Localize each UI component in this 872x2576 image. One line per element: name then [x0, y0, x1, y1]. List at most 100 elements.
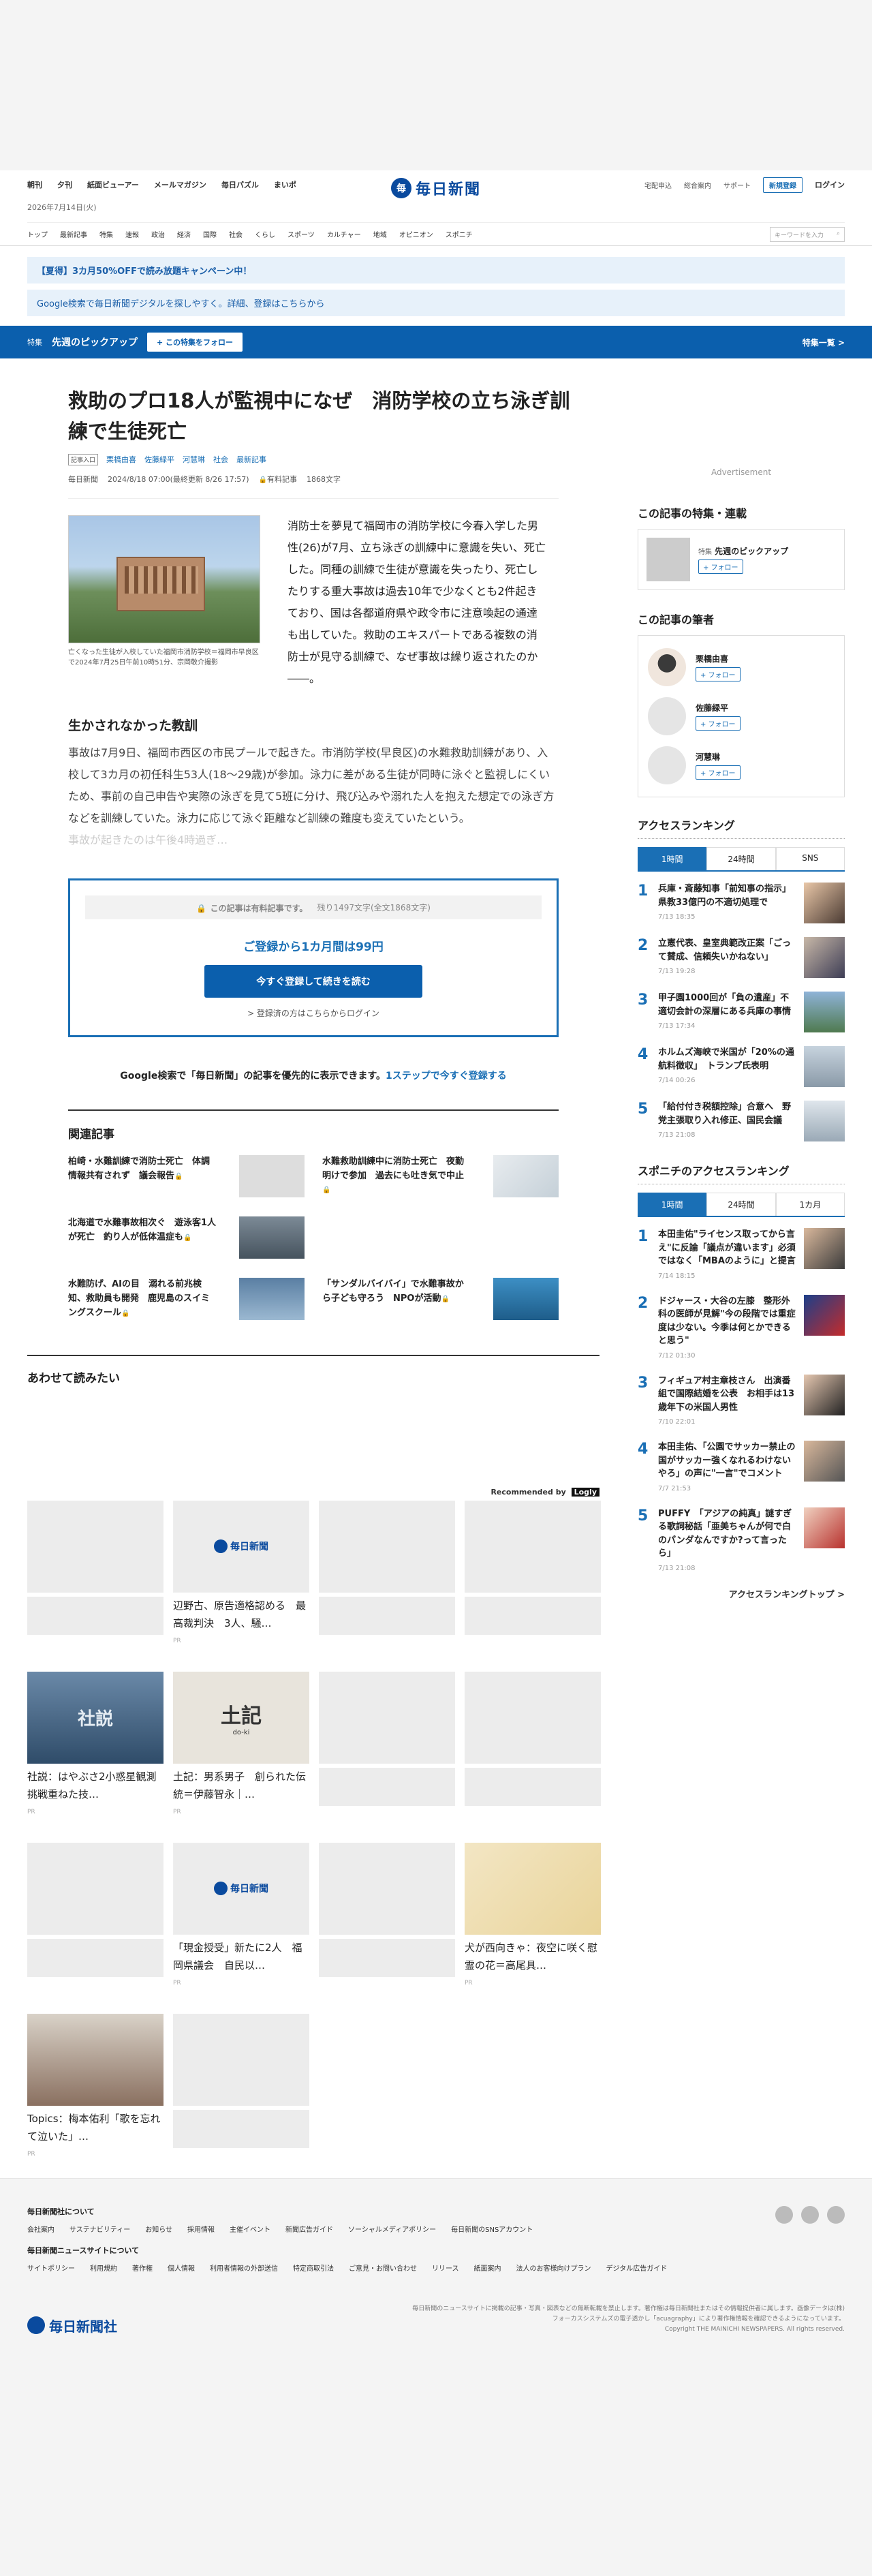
footer-link[interactable]: 特定商取引法 — [293, 2263, 334, 2273]
author-follow[interactable]: + フォロー — [696, 765, 741, 780]
ranking-item[interactable]: 1 兵庫・斎藤知事「前知事の指示」県教33億円の不適切処理で 7/13 18:35 — [638, 883, 845, 923]
tab-sp-1h[interactable]: 1時間 — [638, 1193, 707, 1216]
related-item-3[interactable]: 北海道で水難事故相次ぐ 遊泳客1人が死亡 釣り人が低体温症も🔒 — [68, 1216, 305, 1259]
section-link[interactable]: 社会 — [213, 454, 228, 465]
nav-sogo[interactable]: 総合案内 — [684, 180, 711, 190]
feature-list-link[interactable]: 特集一覧 > — [803, 337, 845, 348]
ranking-item[interactable]: 1 本田圭佑"ライセンス取ってから言え"に反論「議点が違います」必須ではなく「MB… — [638, 1228, 845, 1281]
category-link[interactable]: 特集 — [99, 229, 113, 239]
tab-1h[interactable]: 1時間 — [638, 847, 707, 870]
ranking-more-link[interactable]: アクセスランキングトップ > — [638, 1587, 845, 1600]
footer-link[interactable]: デジタル広告ガイド — [606, 2263, 668, 2273]
feature-card[interactable]: 特集 先週のピックアップ + フォロー — [638, 529, 845, 590]
nav-maipo[interactable]: まいポ — [274, 179, 296, 190]
ranking-item[interactable]: 2 立憲代表、皇室典範改正案「ごって賛成、信頼失いかねない」 7/13 19:28 — [638, 937, 845, 978]
footer-link[interactable]: 紙面案内 — [474, 2263, 501, 2273]
tab-sp-24h[interactable]: 24時間 — [706, 1193, 776, 1216]
footer-link[interactable]: 会社案内 — [27, 2224, 54, 2234]
feature-title[interactable]: 先週のピックアップ — [52, 335, 138, 349]
author-follow[interactable]: + フォロー — [696, 716, 741, 731]
footer-link[interactable]: お知らせ — [145, 2224, 172, 2234]
author-link-3[interactable]: 河慧琳 — [183, 454, 205, 465]
related-item-1[interactable]: 柏崎・水難訓練で消防士死亡 体調情報共有されず 議会報告🔒 — [68, 1154, 305, 1197]
category-link[interactable]: スポーツ — [287, 229, 315, 239]
feature-follow-button[interactable]: + この特集をフォロー — [147, 333, 243, 352]
category-link[interactable]: 国際 — [203, 229, 217, 239]
tab-24h[interactable]: 24時間 — [706, 847, 776, 870]
search-input[interactable]: キーワードを入力 ⌕ — [770, 226, 845, 242]
footer-link[interactable]: サイトポリシー — [27, 2263, 75, 2273]
ranking-item[interactable]: 2 ドジャース・大谷の左膝 整形外科の医師が見解"今の段階では重症度は少ない。今季… — [638, 1294, 845, 1361]
footer-link[interactable]: ソーシャルメディアポリシー — [348, 2224, 436, 2234]
tab-sns[interactable]: SNS — [775, 847, 845, 870]
google-register-link[interactable]: 1ステップで今すぐ登録する — [386, 1071, 507, 1082]
latest-link[interactable]: 最新記事 — [236, 454, 266, 465]
ranking-item[interactable]: 5 PUFFY 「アジアの純真」謎すぎる歌詞秘話「亜美ちゃんが何で白のパンダなんで… — [638, 1507, 845, 1574]
ranking-item[interactable]: 4 本田圭佑、「公園でサッカー禁止の国がサッカー強くなれるわけないやろ」の声に"一… — [638, 1441, 845, 1494]
author-link-1[interactable]: 栗橋由喜 — [106, 454, 136, 465]
footer-link[interactable]: ご意見・お問い合わせ — [349, 2263, 417, 2273]
related-item-5[interactable]: 「サンダルバイバイ」で水難事故から子ども守ろう NPOが活動🔒 — [322, 1278, 559, 1321]
category-link[interactable]: 地域 — [373, 229, 387, 239]
ranking-item[interactable]: 5 「給付付き税額控除」合意へ 野党主張取り入れ修正、国民会議 7/13 21:08 — [638, 1101, 845, 1141]
footer-logo[interactable]: 毎日新聞社 — [27, 2316, 117, 2335]
register-button[interactable]: 新規登録 — [763, 177, 803, 193]
related-item-2[interactable]: 水難救助訓練中に消防士死亡 夜勤明けで参加 過去にも吐き気で中止🔒 — [322, 1154, 559, 1197]
category-link[interactable]: 経済 — [177, 229, 191, 239]
category-link[interactable]: トップ — [27, 229, 48, 239]
rec-card-5[interactable]: 犬が西向きゃ：夜空に咲く慰霊の花＝高尾具… PR — [465, 1842, 601, 1987]
nav-mail[interactable]: メールマガジン — [154, 179, 206, 190]
author-follow[interactable]: + フォロー — [696, 667, 741, 681]
footer-link[interactable]: 利用者情報の外部送信 — [210, 2263, 278, 2273]
related-item-4[interactable]: 水難防げ、AIの目 溺れる前兆検知、救助員も開発 鹿児島のスイミングスクール🔒 — [68, 1278, 305, 1321]
author-row[interactable]: 栗橋由喜 + フォロー — [648, 643, 835, 692]
tab-sp-1m[interactable]: 1カ月 — [775, 1193, 845, 1216]
footer-link[interactable]: 法人のお客様向けプラン — [516, 2263, 591, 2273]
category-link[interactable]: くらし — [255, 229, 275, 239]
site-logo[interactable]: 毎 毎日新聞 — [390, 177, 481, 199]
footer-link[interactable]: 利用規約 — [90, 2263, 117, 2273]
footer-link[interactable]: 毎日新聞のSNSアカウント — [451, 2224, 533, 2234]
x-icon[interactable] — [775, 2205, 793, 2224]
facebook-icon[interactable] — [801, 2205, 819, 2224]
ranking-item[interactable]: 3 フィギュア村主章枝さん 出演番組で国際結婚を公表 お相手は13歳年下の米国人男… — [638, 1374, 845, 1428]
nav-viewer[interactable]: 紙面ビューアー — [87, 179, 139, 190]
nav-support[interactable]: サポート — [723, 180, 751, 190]
footer-link[interactable]: 採用情報 — [187, 2224, 215, 2234]
category-link[interactable]: オピニオン — [399, 229, 433, 239]
category-link[interactable]: 社会 — [229, 229, 243, 239]
category-link[interactable]: 速報 — [125, 229, 139, 239]
rec-card-4[interactable]: 毎日新聞 「現金授受」新たに2人 福岡県議会 自民以… PR — [173, 1842, 309, 1987]
rec-card-2[interactable]: 社説 社説：はやぶさ2小惑星観測 挑戦重ねた技… PR — [27, 1671, 167, 1815]
footer-link[interactable]: 著作権 — [132, 2263, 153, 2273]
rec-card-1[interactable]: 毎日新聞 辺野古、原告適格認める 最高裁判決 3人、騒… PR — [173, 1500, 309, 1644]
google-banner[interactable]: Google検索で毎日新聞デジタルを探しやすく。詳細、登録はこちらから — [27, 290, 845, 316]
category-link[interactable]: 最新記事 — [60, 229, 87, 239]
rec-card-6[interactable]: Topics：梅本佑利「歌を忘れて泣いた」… PR — [27, 2013, 164, 2158]
nav-takuhai[interactable]: 宅配申込 — [644, 180, 672, 190]
author-row[interactable]: 佐藤緑平 + フォロー — [648, 692, 835, 741]
category-link[interactable]: 政治 — [151, 229, 165, 239]
ranking-item[interactable]: 4 ホルムズ海峡で米国が「20%の通航料徴収」 トランプ氏表明 7/14 00:26 — [638, 1046, 845, 1087]
search-icon[interactable]: ⌕ — [837, 230, 840, 239]
paywall-login-link[interactable]: > 登録済の方はこちらからログイン — [85, 1007, 542, 1019]
article-photo[interactable] — [68, 515, 260, 643]
campaign-banner[interactable]: 【夏得】3カ月50%OFFで読み放題キャンペーン中！ — [27, 257, 845, 283]
rss-icon[interactable] — [827, 2205, 845, 2224]
footer-link[interactable]: 個人情報 — [168, 2263, 195, 2273]
author-link-2[interactable]: 佐藤緑平 — [144, 454, 174, 465]
feature-follow[interactable]: + フォロー — [698, 559, 743, 574]
nav-chokan[interactable]: 朝刊 — [27, 179, 42, 190]
footer-link[interactable]: 主催イベント — [230, 2224, 270, 2234]
category-link[interactable]: スポニチ — [446, 229, 473, 239]
author-row[interactable]: 河慧琳 + フォロー — [648, 741, 835, 790]
login-link[interactable]: ログイン — [815, 179, 845, 190]
nav-yukan[interactable]: 夕刊 — [57, 179, 72, 190]
category-link[interactable]: カルチャー — [327, 229, 361, 239]
rec-card-3[interactable]: 土記 do-ki 土記：男系男子 創られた伝統＝伊藤智永｜… PR — [173, 1671, 309, 1815]
footer-link[interactable]: リリース — [432, 2263, 459, 2273]
footer-link[interactable]: サステナビリティー — [69, 2224, 130, 2234]
footer-link[interactable]: 新聞広告ガイド — [285, 2224, 333, 2234]
nav-puzzle[interactable]: 毎日パズル — [221, 179, 259, 190]
ranking-item[interactable]: 3 甲子園1000回が「負の遺産」不適切会計の深層にある兵庫の事情 7/13 17:… — [638, 992, 845, 1032]
